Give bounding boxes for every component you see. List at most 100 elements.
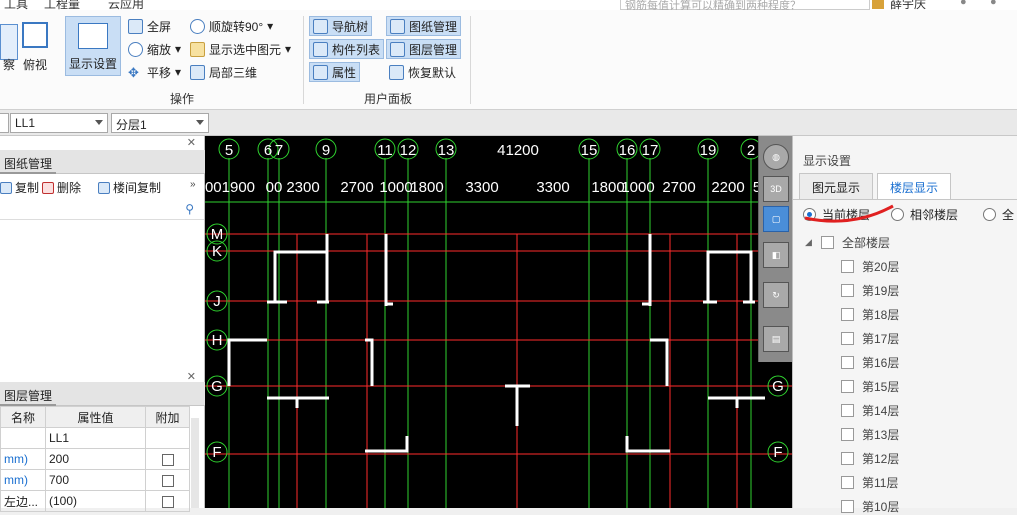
- floor-checkbox[interactable]: [841, 500, 854, 513]
- floor-combo[interactable]: 分层1: [111, 113, 209, 133]
- floor-item[interactable]: 第12层: [841, 450, 899, 467]
- all-floors-item[interactable]: 全部楼层: [821, 234, 890, 251]
- floor-checkbox[interactable]: [841, 428, 854, 441]
- properties-label: 属性: [332, 65, 357, 80]
- axis-label: 5: [225, 142, 233, 159]
- floor-checkbox[interactable]: [841, 284, 854, 297]
- copy-between-button[interactable]: 楼间复制: [98, 179, 161, 196]
- drawing-mgmt-button[interactable]: 图纸管理: [386, 16, 462, 36]
- user-avatar[interactable]: [872, 0, 884, 9]
- top-view-cube-icon[interactable]: ▢: [763, 206, 789, 232]
- top-view-icon[interactable]: [22, 22, 48, 48]
- view-left-label[interactable]: 察: [0, 54, 18, 74]
- floor-checkbox[interactable]: [841, 452, 854, 465]
- floor-checkbox[interactable]: [841, 356, 854, 369]
- table-row[interactable]: 左边... (100): [0, 490, 190, 512]
- table-row[interactable]: LL1: [0, 427, 190, 449]
- expand-icon[interactable]: ◢: [805, 237, 812, 248]
- row-label: M: [211, 226, 224, 243]
- search-input[interactable]: 钢筋每值计算可以精确到两种程度？: [620, 0, 870, 10]
- drawing-panel-title[interactable]: 图纸管理: [0, 155, 57, 174]
- component-combo[interactable]: LL1: [10, 113, 108, 133]
- all-floors-label: 全部楼层: [842, 236, 891, 250]
- row-extra: [145, 427, 190, 449]
- floor-item[interactable]: 第17层: [841, 330, 899, 347]
- drawing-search-input[interactable]: ⚲: [0, 202, 204, 220]
- floor-item[interactable]: 第18层: [841, 306, 899, 323]
- restore-default-button[interactable]: 恢复默认: [386, 62, 459, 82]
- cube-icon[interactable]: ◧: [763, 242, 789, 268]
- floor-item[interactable]: 第19层: [841, 282, 899, 299]
- layer-panel-title[interactable]: 图层管理: [0, 387, 57, 406]
- category-combo[interactable]: [0, 113, 9, 133]
- table-row[interactable]: mm) 700: [0, 469, 190, 491]
- layer-mgmt-button[interactable]: 图层管理: [386, 39, 462, 59]
- zoom-button[interactable]: 缩放 ▾: [125, 39, 184, 59]
- chevron-down-icon: [95, 120, 103, 125]
- floor-item[interactable]: 第10层: [841, 498, 899, 515]
- more-icon[interactable]: »: [190, 179, 196, 190]
- dimension-label: 001900: [205, 179, 255, 196]
- settings-icon[interactable]: ●: [990, 0, 997, 8]
- menu-quantity[interactable]: 工程量: [44, 0, 80, 10]
- axis-label: 7: [275, 142, 283, 159]
- floor-item[interactable]: 第14层: [841, 402, 899, 419]
- component-list-button[interactable]: 构件列表: [309, 39, 385, 59]
- floor-item[interactable]: 第15层: [841, 378, 899, 395]
- tab-element-display[interactable]: 图元显示: [799, 173, 874, 199]
- extra-checkbox[interactable]: [161, 474, 174, 487]
- row-label-right: F: [773, 444, 782, 461]
- column-extra: 附加: [145, 406, 190, 428]
- row-value[interactable]: 700: [45, 469, 146, 491]
- properties-button[interactable]: 属性: [309, 62, 361, 82]
- layers-icon[interactable]: ▤: [763, 326, 789, 352]
- floor-checkbox[interactable]: [841, 380, 854, 393]
- chevron-down-icon: ▾: [267, 19, 274, 33]
- rotate-label: 顺旋转90°: [209, 19, 264, 34]
- nav-tree-button[interactable]: 导航树: [309, 16, 373, 36]
- zoom-icon: [128, 41, 143, 57]
- user-name[interactable]: 薛宇庆: [890, 0, 926, 10]
- pan-button[interactable]: ✥ 平移 ▾: [125, 62, 184, 82]
- show-selected-button[interactable]: 显示选中图元 ▾: [187, 39, 294, 59]
- tab-floor-display[interactable]: 楼层显示: [877, 173, 952, 199]
- view-3d-button[interactable]: 3D: [763, 176, 789, 202]
- floor-checkbox[interactable]: [841, 260, 854, 273]
- local-3d-button[interactable]: 局部三维: [187, 62, 260, 82]
- menu-cloud[interactable]: 云应用: [108, 0, 144, 10]
- orbit-icon[interactable]: ◍: [763, 144, 789, 170]
- rotate-button[interactable]: 顺旋转90° ▾: [187, 16, 276, 36]
- extra-checkbox[interactable]: [161, 453, 174, 466]
- row-value[interactable]: LL1: [45, 427, 146, 449]
- help-icon[interactable]: ●: [960, 0, 967, 8]
- floor-item[interactable]: 第11层: [841, 474, 898, 491]
- all-floors-checkbox[interactable]: [821, 236, 834, 249]
- row-value[interactable]: (100): [45, 490, 146, 512]
- chevron-down-icon: [196, 120, 204, 125]
- floor-checkbox[interactable]: [841, 308, 854, 321]
- rotate-view-icon[interactable]: ↻: [763, 282, 789, 308]
- row-value[interactable]: 200: [45, 448, 146, 470]
- delete-button[interactable]: 删除: [42, 179, 81, 196]
- close-icon[interactable]: ✕: [187, 136, 196, 149]
- menu-tools[interactable]: 工具: [4, 0, 28, 10]
- floor-checkbox[interactable]: [841, 332, 854, 345]
- floor-label: 第10层: [862, 500, 900, 514]
- floor-item[interactable]: 第13层: [841, 426, 899, 443]
- extra-checkbox[interactable]: [161, 495, 174, 508]
- floor-checkbox[interactable]: [841, 476, 854, 489]
- fullscreen-button[interactable]: 全屏: [125, 16, 174, 36]
- display-settings-button[interactable]: 显示设置: [65, 16, 121, 76]
- top-view-button[interactable]: 俯视: [20, 54, 50, 74]
- table-scrollbar[interactable]: [191, 418, 199, 508]
- radio-all-floors[interactable]: 全: [983, 206, 1014, 223]
- floor-checkbox[interactable]: [841, 404, 854, 417]
- floor-label: 第20层: [862, 260, 900, 274]
- table-row[interactable]: mm) 200: [0, 448, 190, 470]
- copy-button[interactable]: 复制: [0, 179, 39, 196]
- nav-tree-icon: [313, 18, 328, 34]
- floor-item[interactable]: 第16层: [841, 354, 899, 371]
- drawing-mgmt-label: 图纸管理: [409, 19, 458, 34]
- floor-item[interactable]: 第20层: [841, 258, 899, 275]
- cad-canvas[interactable]: 5 6 7 9 11 12 13 15 16 17 19 2 41200 M K…: [205, 136, 792, 508]
